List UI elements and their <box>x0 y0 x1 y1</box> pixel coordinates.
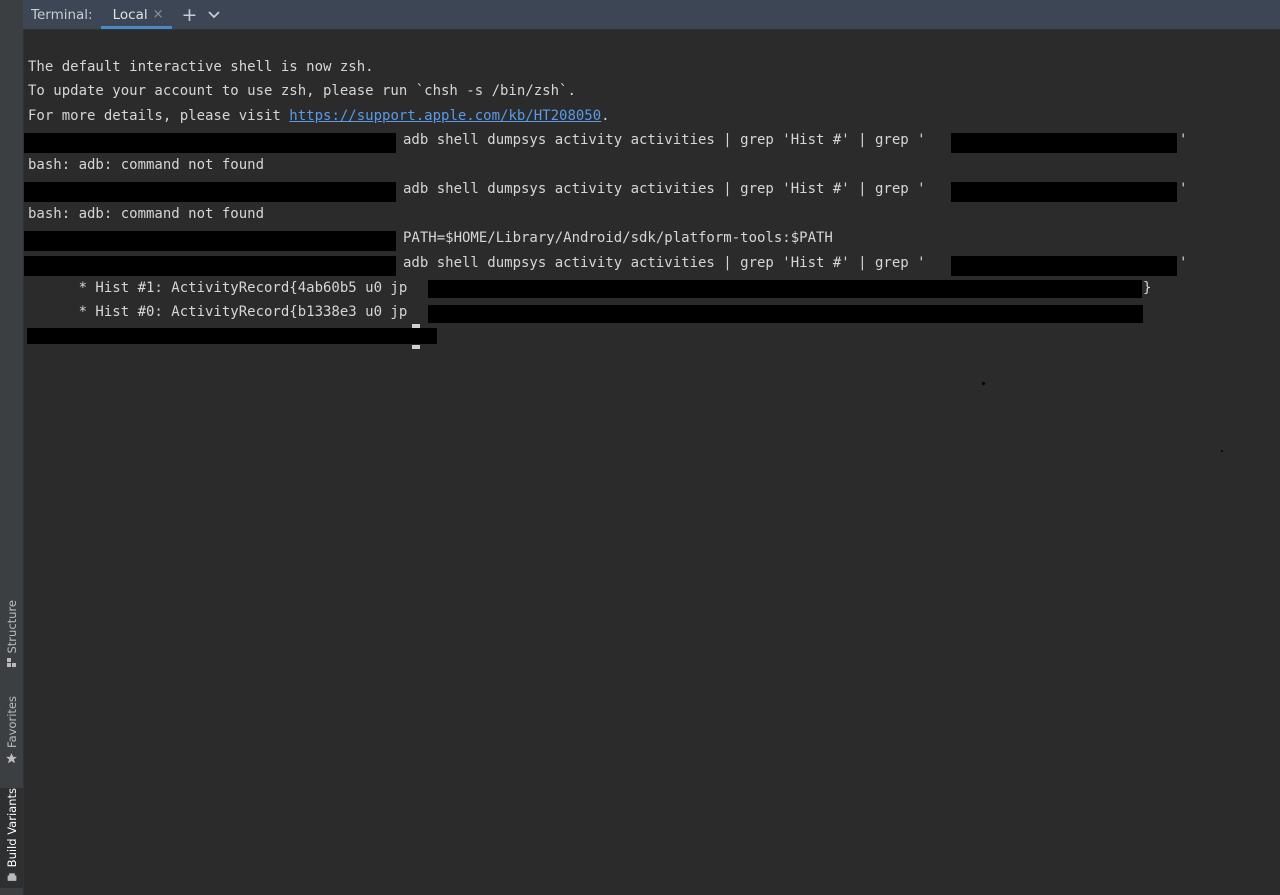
terminal-command: adb shell dumpsys activity activities | … <box>403 132 926 148</box>
redacted-prompt <box>24 182 396 202</box>
redacted-package <box>951 133 1177 153</box>
redacted-activity <box>428 305 1143 323</box>
quote-close: ' <box>1179 132 1188 148</box>
build-variants-label: Build Variants <box>4 788 19 868</box>
terminal-tabbar: Terminal: Local × + <box>23 0 1280 30</box>
sidebar-tab-structure[interactable]: Structure <box>0 600 23 675</box>
ide-window: Structure Favorites Build Variants Termi… <box>0 0 1280 895</box>
close-icon[interactable]: × <box>153 7 164 22</box>
structure-icon <box>6 657 16 667</box>
terminal-line-visit: For more details, please visit https://s… <box>28 104 610 128</box>
terminal-line: bash: adb: command not found <box>28 206 265 222</box>
terminal-line: bash: adb: command not found <box>28 157 265 173</box>
link-suffix: . <box>601 108 610 124</box>
star-icon <box>6 753 17 764</box>
redacted-prompt <box>24 133 396 153</box>
redacted-prompt <box>24 231 396 251</box>
terminal-line: * Hist #1: ActivityRecord{4ab60b5 u0 jp <box>28 280 408 296</box>
left-tool-strip: Structure Favorites Build Variants <box>0 0 24 895</box>
favorites-label: Favorites <box>4 696 19 748</box>
terminal-title: Terminal: <box>31 6 93 23</box>
redacted-package <box>951 182 1177 202</box>
terminal-command: adb shell dumpsys activity activities | … <box>403 181 926 197</box>
redacted-prompt <box>24 256 396 276</box>
terminal-output[interactable]: The default interactive shell is now zsh… <box>24 30 1280 895</box>
visit-text: For more details, please visit <box>28 108 290 124</box>
sidebar-tab-build-variants[interactable]: Build Variants <box>0 788 23 888</box>
redacted-activity <box>428 280 1142 298</box>
terminal-command: PATH=$HOME/Library/Android/sdk/platform-… <box>403 230 833 246</box>
terminal-line: The default interactive shell is now zsh… <box>28 59 374 75</box>
speck <box>1221 450 1223 452</box>
tab-local[interactable]: Local × <box>100 0 172 29</box>
support-link[interactable]: https://support.apple.com/kb/HT208050 <box>289 108 601 124</box>
sidebar-tab-favorites[interactable]: Favorites <box>0 696 23 772</box>
brace-close: } <box>1143 280 1152 296</box>
redacted-package <box>951 256 1177 276</box>
add-tab-button[interactable]: + <box>182 4 198 26</box>
redacted-prompt <box>27 328 437 344</box>
terminal-command: adb shell dumpsys activity activities | … <box>403 255 926 271</box>
quote-close: ' <box>1179 255 1188 271</box>
active-tab-indicator <box>100 26 172 29</box>
speck <box>982 382 985 385</box>
structure-label: Structure <box>4 600 19 654</box>
text-cursor <box>412 345 420 349</box>
terminal-line: * Hist #0: ActivityRecord{b1338e3 u0 jp <box>28 304 408 320</box>
terminal-line: To update your account to use zsh, pleas… <box>28 83 576 99</box>
android-icon <box>7 873 16 882</box>
chevron-down-icon[interactable] <box>207 10 221 20</box>
quote-close: ' <box>1179 181 1188 197</box>
tab-local-label: Local <box>112 6 148 23</box>
